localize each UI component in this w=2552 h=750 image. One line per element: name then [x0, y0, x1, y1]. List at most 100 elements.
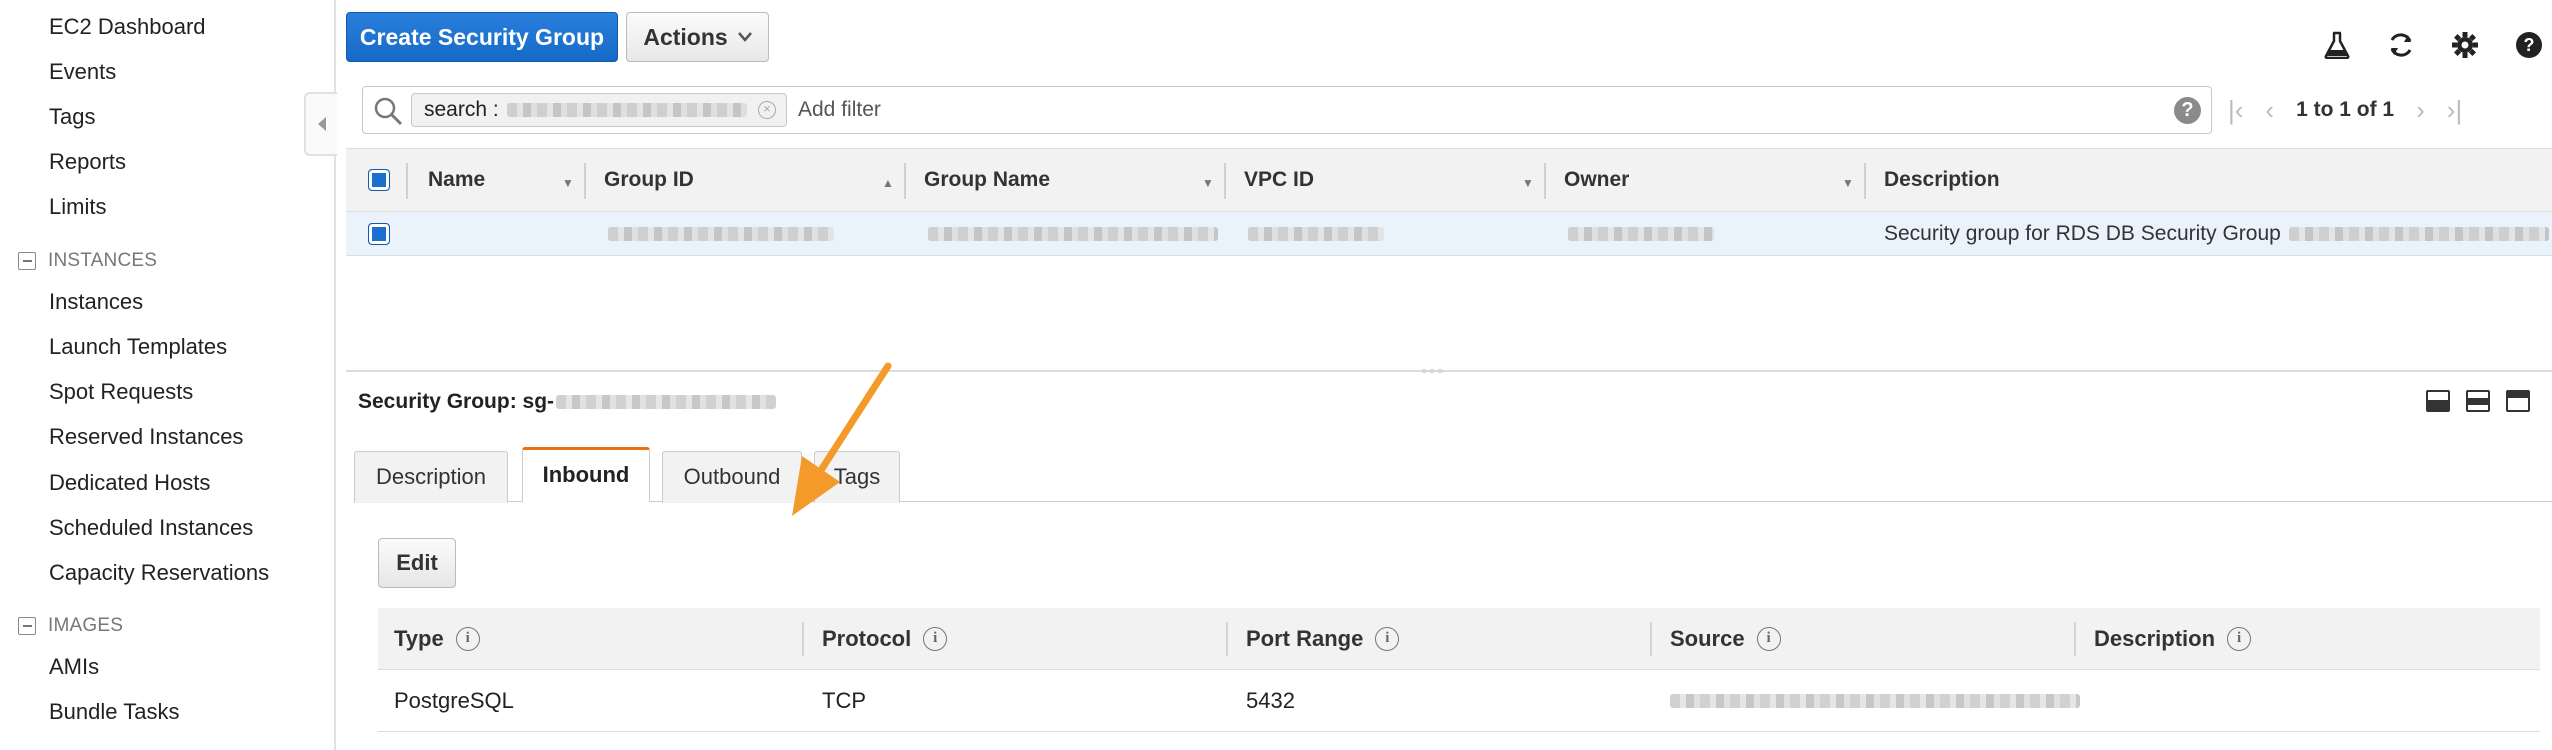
sort-down-icon[interactable]: ▼	[1202, 176, 1214, 190]
pagination: |‹ ‹ 1 to 1 of 1 › ›|	[2228, 86, 2462, 134]
first-page-icon[interactable]: |‹	[2228, 95, 2243, 126]
sidebar-item-limits[interactable]: Limits	[49, 194, 106, 220]
chevron-left-icon	[317, 117, 326, 131]
sidebar-item-launch-templates[interactable]: Launch Templates	[49, 334, 227, 360]
panel-layout-icons	[2426, 390, 2530, 412]
search-icon	[374, 97, 403, 126]
edit-button[interactable]: Edit	[378, 538, 456, 588]
filter-bar[interactable]: search : × ?	[362, 86, 2212, 134]
tab-description[interactable]: Description	[354, 450, 508, 503]
info-icon[interactable]: i	[455, 626, 480, 651]
vpc-id-value	[1248, 212, 1384, 255]
chevron-down-icon	[737, 32, 752, 42]
sidebar-item-tags[interactable]: Tags	[49, 104, 95, 130]
description-text: Security group for RDS DB Security Group	[1884, 221, 2281, 245]
main-content: Create Security Group Actions ? search :…	[338, 0, 2552, 750]
section-label: IMAGES	[48, 615, 124, 636]
actions-dropdown-button[interactable]: Actions	[626, 12, 769, 62]
redacted-value	[2288, 226, 2549, 241]
rule-source	[1670, 670, 2080, 731]
collapse-minus-icon[interactable]	[18, 617, 36, 635]
filter-token-label: search :	[424, 98, 499, 121]
prev-page-icon[interactable]: ‹	[2265, 95, 2274, 126]
refresh-icon[interactable]	[2386, 30, 2416, 60]
column-header-vpc-id[interactable]: VPC ID	[1244, 149, 1314, 211]
info-icon[interactable]: i	[1756, 626, 1781, 651]
table-row: PostgreSQL TCP 5432	[378, 670, 2540, 732]
column-header-group-name[interactable]: Group Name	[924, 149, 1050, 211]
column-header-type: Type i	[394, 608, 480, 669]
column-header-protocol: Protocol i	[822, 608, 948, 669]
sidebar-item-dedicated-hosts[interactable]: Dedicated Hosts	[49, 470, 210, 496]
annotation-arrow-icon	[792, 362, 892, 516]
column-label: Type	[394, 625, 444, 651]
security-groups-table: Name ▼ Group ID ▲ Group Name ▼ VPC ID ▼ …	[346, 148, 2552, 256]
column-header-name[interactable]: Name	[428, 149, 485, 211]
rules-header: Type i Protocol i Port Range i Source i Desc…	[378, 608, 2540, 670]
details-title: Security Group: sg-	[358, 390, 777, 414]
tab-inbound[interactable]: Inbound	[522, 446, 650, 503]
gear-icon[interactable]	[2450, 30, 2480, 60]
flask-icon[interactable]	[2322, 30, 2352, 60]
sidebar-collapse-toggle[interactable]	[304, 92, 337, 156]
pagination-text: 1 to 1 of 1	[2296, 98, 2395, 121]
next-page-icon[interactable]: ›	[2416, 95, 2425, 126]
column-header-group-id[interactable]: Group ID	[604, 149, 694, 211]
last-page-icon[interactable]: ›|	[2447, 95, 2462, 126]
column-label: Protocol	[822, 625, 912, 651]
details-tabs: Description Inbound Outbound Tags	[354, 446, 2552, 503]
sort-down-icon[interactable]: ▼	[562, 176, 574, 190]
sidebar-item-scheduled-instances[interactable]: Scheduled Instances	[49, 515, 253, 541]
sidebar-item-reports[interactable]: Reports	[49, 149, 126, 175]
sidebar-item-amis[interactable]: AMIs	[49, 654, 99, 680]
sidebar-section-images[interactable]: IMAGES	[18, 615, 123, 637]
column-header-description[interactable]: Description	[1884, 149, 2000, 211]
column-label: Port Range	[1246, 625, 1364, 651]
column-header-source: Source i	[1670, 608, 1781, 669]
redacted-value	[506, 103, 747, 117]
row-checkbox[interactable]	[368, 212, 390, 255]
sidebar-item-bundle-tasks[interactable]: Bundle Tasks	[49, 699, 179, 725]
sidebar-item-instances[interactable]: Instances	[49, 289, 143, 315]
sort-down-icon[interactable]: ▼	[1522, 176, 1534, 190]
column-header-port-range: Port Range i	[1246, 608, 1400, 669]
group-id-value	[608, 212, 834, 255]
rule-type: PostgreSQL	[394, 687, 514, 713]
group-name-value	[928, 212, 1218, 255]
sort-down-icon[interactable]: ▼	[1842, 176, 1854, 190]
column-header-owner[interactable]: Owner	[1564, 149, 1629, 211]
filter-token[interactable]: search : ×	[411, 93, 787, 127]
sidebar-section-instances[interactable]: INSTANCES	[18, 250, 157, 272]
info-icon[interactable]: i	[2227, 626, 2252, 651]
section-label: INSTANCES	[48, 250, 158, 271]
panel-top-icon[interactable]	[2506, 390, 2530, 412]
table-row[interactable]: Security group for RDS DB Security Group	[346, 212, 2552, 256]
help-icon[interactable]: ?	[2514, 30, 2544, 60]
rule-protocol: TCP	[822, 687, 866, 713]
sidebar-item-ec2-dashboard[interactable]: EC2 Dashboard	[49, 14, 206, 40]
sort-up-icon[interactable]: ▲	[882, 176, 894, 190]
info-icon[interactable]: i	[923, 626, 948, 651]
top-toolbar-icons: ?	[2322, 30, 2544, 60]
owner-value	[1568, 212, 1714, 255]
table-header: Name ▼ Group ID ▲ Group Name ▼ VPC ID ▼ …	[346, 148, 2552, 212]
column-label: Source	[1670, 625, 1745, 651]
panel-bottom-icon[interactable]	[2426, 390, 2450, 412]
collapse-minus-icon[interactable]	[18, 252, 36, 270]
panel-middle-icon[interactable]	[2466, 390, 2490, 412]
sidebar-item-reserved-instances[interactable]: Reserved Instances	[49, 424, 243, 450]
sidebar-item-events[interactable]: Events	[49, 59, 116, 85]
close-icon[interactable]: ×	[758, 101, 776, 119]
create-security-group-button[interactable]: Create Security Group	[346, 12, 618, 62]
help-icon[interactable]: ?	[2174, 97, 2201, 124]
redacted-value	[556, 395, 777, 409]
add-filter-input[interactable]	[798, 87, 2098, 133]
info-icon[interactable]: i	[1375, 626, 1400, 651]
sidebar-item-capacity-reservations[interactable]: Capacity Reservations	[49, 560, 269, 586]
column-header-description: Description i	[2094, 608, 2252, 669]
select-all-checkbox[interactable]	[368, 149, 390, 211]
sidebar-item-spot-requests[interactable]: Spot Requests	[49, 379, 193, 405]
panel-splitter[interactable]: ○○○	[346, 366, 2552, 377]
inbound-rules-table: Type i Protocol i Port Range i Source i Desc…	[378, 608, 2540, 732]
sidebar: EC2 Dashboard Events Tags Reports Limits…	[0, 0, 337, 750]
